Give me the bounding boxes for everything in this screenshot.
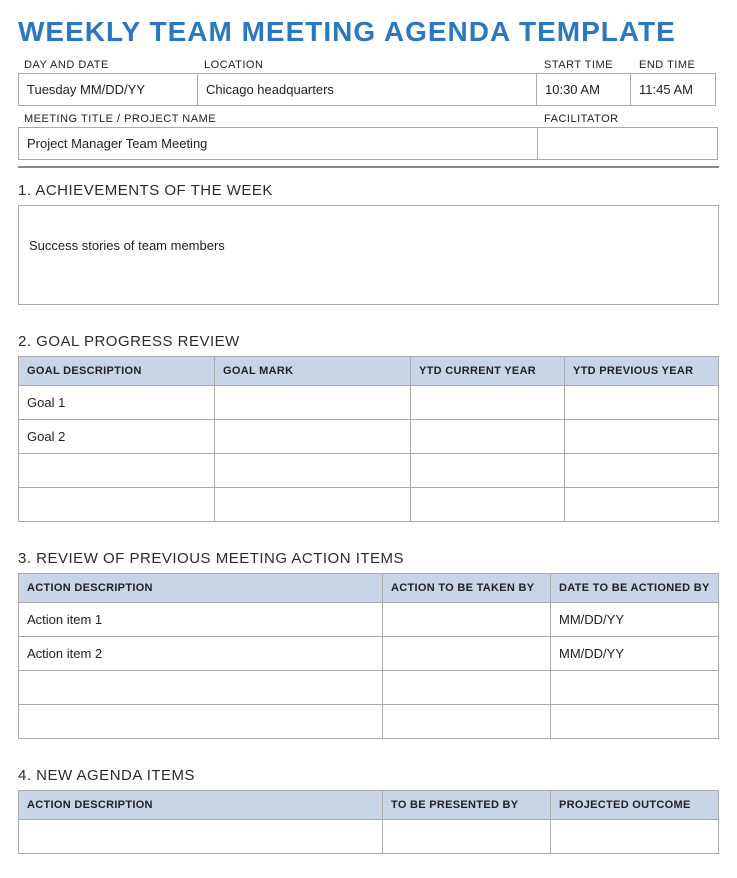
cell-ytd-prev[interactable]	[565, 454, 719, 488]
new-agenda-table: ACTION DESCRIPTION TO BE PRESENTED BY PR…	[18, 790, 719, 854]
cell-ytd-curr[interactable]	[411, 454, 565, 488]
cell-action-by[interactable]	[383, 705, 551, 739]
cell-goal-desc[interactable]	[19, 488, 215, 522]
table-row	[19, 671, 719, 705]
th-agenda-desc: ACTION DESCRIPTION	[19, 791, 383, 820]
cell-action-desc[interactable]	[19, 671, 383, 705]
label-facilitator: FACILITATOR	[538, 110, 718, 127]
achievements-box[interactable]: Success stories of team members	[18, 205, 719, 305]
table-row	[19, 454, 719, 488]
th-action-desc: ACTION DESCRIPTION	[19, 574, 383, 603]
cell-action-by[interactable]	[383, 671, 551, 705]
th-action-by: ACTION TO BE TAKEN BY	[383, 574, 551, 603]
cell-ytd-prev[interactable]	[565, 386, 719, 420]
table-row: Goal 2	[19, 420, 719, 454]
table-row	[19, 488, 719, 522]
field-day-date[interactable]: Tuesday MM/DD/YY	[18, 73, 198, 106]
field-location[interactable]: Chicago headquarters	[197, 73, 537, 106]
cell-action-desc[interactable]	[19, 705, 383, 739]
th-agenda-by: TO BE PRESENTED BY	[383, 791, 551, 820]
section2-heading: 2. GOAL PROGRESS REVIEW	[18, 333, 719, 350]
label-location: LOCATION	[198, 56, 538, 73]
field-end-time[interactable]: 11:45 AM	[630, 73, 716, 106]
table-row: Action item 2 MM/DD/YY	[19, 637, 719, 671]
goal-progress-table: GOAL DESCRIPTION GOAL MARK YTD CURRENT Y…	[18, 356, 719, 522]
cell-action-by[interactable]	[383, 603, 551, 637]
cell-goal-desc[interactable]: Goal 2	[19, 420, 215, 454]
cell-ytd-prev[interactable]	[565, 488, 719, 522]
section4-heading: 4. NEW AGENDA ITEMS	[18, 767, 719, 784]
info-labels-row: DAY AND DATE LOCATION START TIME END TIM…	[18, 56, 719, 73]
cell-goal-desc[interactable]	[19, 454, 215, 488]
label-end-time: END TIME	[633, 56, 718, 73]
cell-action-desc[interactable]: Action item 1	[19, 603, 383, 637]
cell-goal-mark[interactable]	[215, 454, 411, 488]
previous-action-table: ACTION DESCRIPTION ACTION TO BE TAKEN BY…	[18, 573, 719, 739]
cell-action-desc[interactable]: Action item 2	[19, 637, 383, 671]
cell-goal-mark[interactable]	[215, 386, 411, 420]
cell-agenda-by[interactable]	[383, 820, 551, 854]
table-row	[19, 705, 719, 739]
cell-action-by[interactable]	[383, 637, 551, 671]
cell-goal-mark[interactable]	[215, 488, 411, 522]
th-ytd-current: YTD CURRENT YEAR	[411, 357, 565, 386]
th-agenda-outcome: PROJECTED OUTCOME	[551, 791, 719, 820]
section1-heading: 1. ACHIEVEMENTS OF THE WEEK	[18, 182, 719, 199]
table-row: Goal 1	[19, 386, 719, 420]
th-goal-mark: GOAL MARK	[215, 357, 411, 386]
meeting-labels-row: MEETING TITLE / PROJECT NAME FACILITATOR	[18, 110, 719, 127]
th-ytd-previous: YTD PREVIOUS YEAR	[565, 357, 719, 386]
info-values-row: Tuesday MM/DD/YY Chicago headquarters 10…	[18, 73, 719, 106]
cell-action-date[interactable]: MM/DD/YY	[551, 637, 719, 671]
meeting-values-row: Project Manager Team Meeting	[18, 127, 719, 160]
page-title: WEEKLY TEAM MEETING AGENDA TEMPLATE	[18, 16, 719, 48]
field-start-time[interactable]: 10:30 AM	[536, 73, 631, 106]
cell-ytd-curr[interactable]	[411, 420, 565, 454]
section3-heading: 3. REVIEW OF PREVIOUS MEETING ACTION ITE…	[18, 550, 719, 567]
cell-agenda-outcome[interactable]	[551, 820, 719, 854]
cell-ytd-curr[interactable]	[411, 386, 565, 420]
cell-action-date[interactable]: MM/DD/YY	[551, 603, 719, 637]
cell-goal-desc[interactable]: Goal 1	[19, 386, 215, 420]
label-day-date: DAY AND DATE	[18, 56, 198, 73]
cell-action-date[interactable]	[551, 705, 719, 739]
label-meeting-title: MEETING TITLE / PROJECT NAME	[18, 110, 538, 127]
label-start-time: START TIME	[538, 56, 633, 73]
table-row	[19, 820, 719, 854]
divider	[18, 166, 719, 168]
table-row: Action item 1 MM/DD/YY	[19, 603, 719, 637]
cell-ytd-curr[interactable]	[411, 488, 565, 522]
cell-action-date[interactable]	[551, 671, 719, 705]
th-action-date: DATE TO BE ACTIONED BY	[551, 574, 719, 603]
field-facilitator[interactable]	[537, 127, 718, 160]
cell-agenda-desc[interactable]	[19, 820, 383, 854]
cell-goal-mark[interactable]	[215, 420, 411, 454]
cell-ytd-prev[interactable]	[565, 420, 719, 454]
field-meeting-title[interactable]: Project Manager Team Meeting	[18, 127, 538, 160]
th-goal-desc: GOAL DESCRIPTION	[19, 357, 215, 386]
